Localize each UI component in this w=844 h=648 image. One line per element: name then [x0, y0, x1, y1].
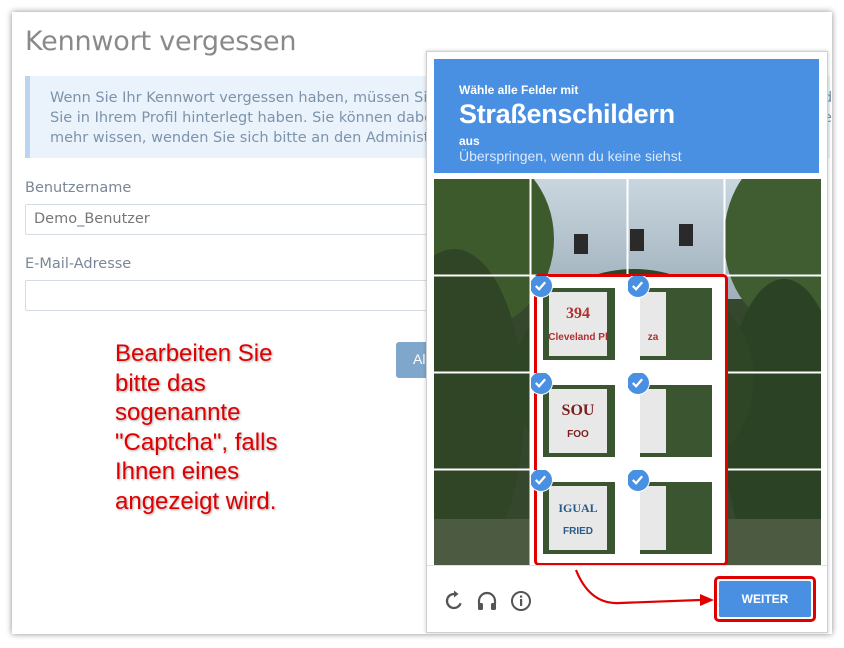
- annotation-line: angezeigt wird.: [115, 487, 277, 515]
- svg-text:FRIED: FRIED: [563, 526, 593, 537]
- street-sign-image: [640, 385, 712, 457]
- selected-tile-image: SOU FOO: [543, 385, 615, 457]
- svg-text:SOU: SOU: [562, 402, 595, 419]
- password-reset-page: Kennwort vergessen Wenn Sie Ihr Kennwort…: [12, 12, 832, 634]
- svg-text:IGUAL: IGUAL: [558, 501, 597, 515]
- captcha-tile[interactable]: 394 Cleveland Pl: [531, 276, 627, 372]
- selected-tile-image: za: [640, 288, 712, 360]
- username-label: Benutzername: [25, 180, 132, 196]
- street-sign-image: 394 Cleveland Pl: [543, 288, 615, 360]
- captcha-tile[interactable]: [725, 470, 821, 566]
- annotation-note: Bearbeiten Sie bitte das sogenannte "Cap…: [115, 339, 277, 516]
- annotation-line: "Captcha", falls: [115, 428, 278, 456]
- captcha-tile[interactable]: [434, 373, 530, 469]
- captcha-tile[interactable]: SOU FOO: [531, 373, 627, 469]
- captcha-instruction-end: aus: [459, 134, 480, 148]
- annotation-line: sogenannte: [115, 399, 241, 426]
- email-label: E-Mail-Adresse: [25, 256, 132, 272]
- svg-text:za: za: [648, 332, 659, 343]
- captcha-tile[interactable]: IGUAL FRIED: [531, 470, 627, 566]
- captcha-target: Straßenschildern: [459, 99, 675, 129]
- captcha-tile[interactable]: za: [628, 276, 724, 372]
- svg-text:Cleveland Pl: Cleveland Pl: [548, 332, 608, 343]
- selected-tile-image: IGUAL FRIED: [543, 482, 615, 554]
- captcha-footer: WEITER: [427, 565, 827, 633]
- svg-text:FOO: FOO: [567, 429, 589, 440]
- selected-tile-image: 394 Cleveland Pl: [543, 288, 615, 360]
- captcha-skip-hint: Überspringen, wenn du keine siehst: [459, 148, 682, 164]
- captcha-header: Wähle alle Felder mit Straßenschildern a…: [434, 59, 819, 173]
- info-icon[interactable]: [509, 589, 533, 613]
- weiter-button[interactable]: WEITER: [719, 581, 811, 617]
- captcha-tile[interactable]: [628, 470, 724, 566]
- street-sign-image: IGUAL FRIED: [543, 482, 615, 554]
- captcha-tile[interactable]: [434, 470, 530, 566]
- reload-icon[interactable]: [442, 589, 466, 613]
- captcha-dialog: Wähle alle Felder mit Straßenschildern a…: [426, 51, 828, 633]
- captcha-tile[interactable]: [628, 373, 724, 469]
- street-sign-image: SOU FOO: [543, 385, 615, 457]
- email-field[interactable]: [25, 280, 445, 311]
- annotation-line: Bearbeiten Sie: [115, 340, 273, 367]
- street-sign-image: za: [640, 288, 712, 360]
- selected-tile-image: [640, 482, 712, 554]
- headphones-icon[interactable]: [475, 589, 499, 613]
- page-title: Kennwort vergessen: [25, 26, 297, 57]
- street-sign-image: [640, 482, 712, 554]
- captcha-tile[interactable]: [725, 276, 821, 372]
- captcha-image-grid: 394 Cleveland Pl za SOU FOO IGUAL FRIED: [434, 179, 821, 566]
- captcha-tile[interactable]: [725, 373, 821, 469]
- captcha-instruction: Wähle alle Felder mit: [459, 83, 579, 97]
- selected-tile-image: [640, 385, 712, 457]
- username-field[interactable]: Demo_Benutzer: [25, 204, 445, 235]
- annotation-line: bitte das: [115, 369, 206, 397]
- captcha-tile[interactable]: [725, 179, 821, 275]
- captcha-tile[interactable]: [628, 179, 724, 275]
- captcha-tile[interactable]: [531, 179, 627, 275]
- captcha-tile[interactable]: [434, 179, 530, 275]
- annotation-line: Ihnen eines: [115, 458, 240, 485]
- svg-text:394: 394: [566, 305, 590, 322]
- captcha-tile[interactable]: [434, 276, 530, 372]
